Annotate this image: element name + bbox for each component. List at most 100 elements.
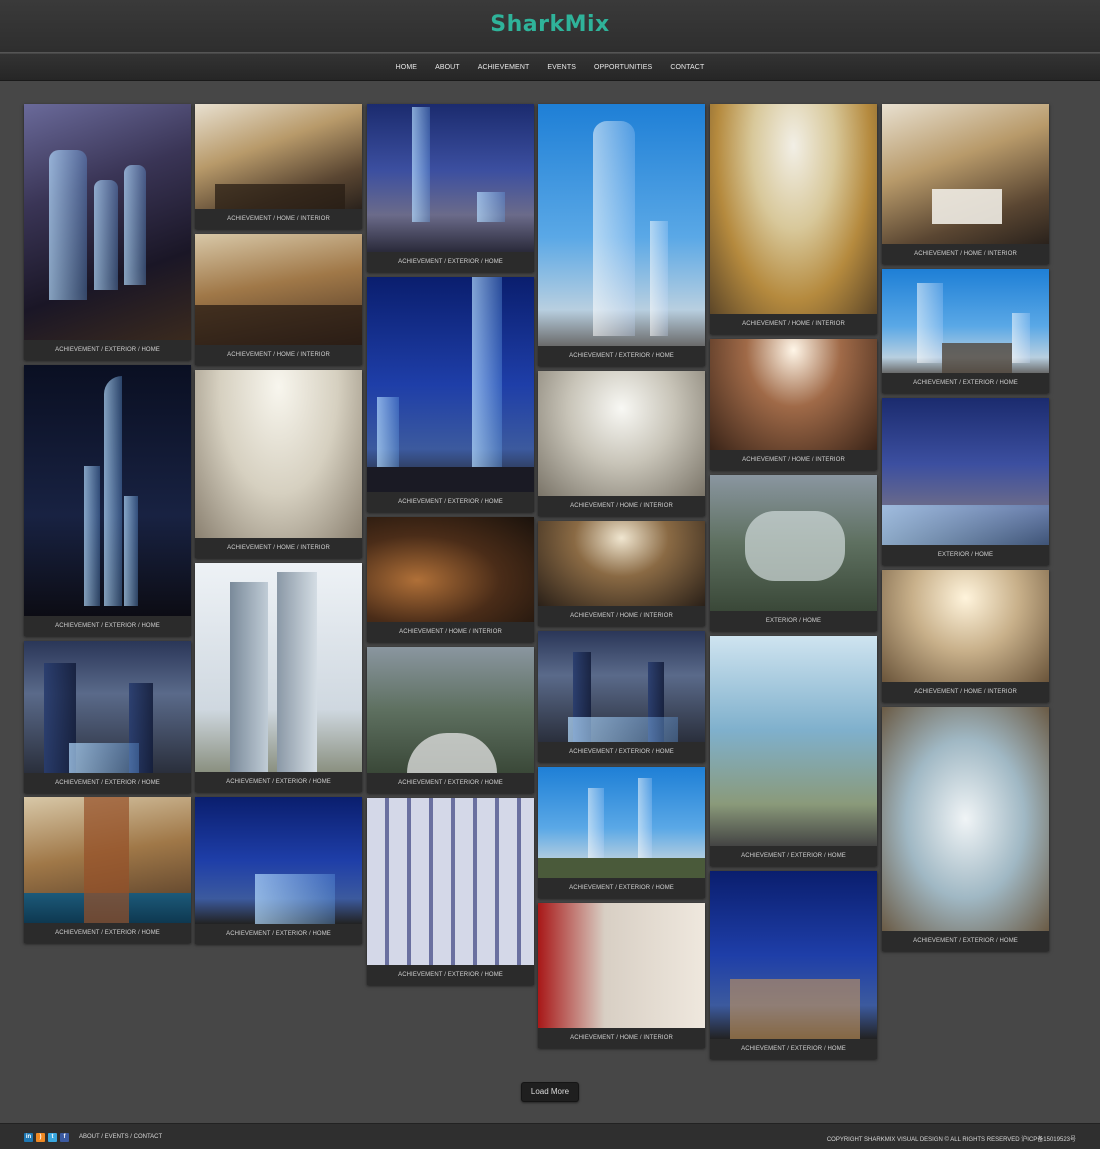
gallery-item[interactable]: ACHIEVEMENT / HOME / INTERIOR <box>710 339 877 470</box>
nav-contact[interactable]: CONTACT <box>670 64 704 71</box>
gallery-item[interactable]: ACHIEVEMENT / HOME / INTERIOR <box>195 370 362 558</box>
gallery-item[interactable]: ACHIEVEMENT / EXTERIOR / HOME <box>367 277 534 512</box>
copyright-text: COPYRIGHT SHARKMIX VISUAL DESIGN © ALL R… <box>826 1137 1076 1143</box>
gallery-item[interactable]: ACHIEVEMENT / HOME / INTERIOR <box>538 903 705 1048</box>
gallery-caption: ACHIEVEMENT / HOME / INTERIOR <box>570 613 673 619</box>
gallery-caption: ACHIEVEMENT / EXTERIOR / HOME <box>569 749 674 755</box>
gallery-item[interactable]: ACHIEVEMENT / EXTERIOR / HOME <box>367 798 534 985</box>
gallery-item[interactable]: ACHIEVEMENT / EXTERIOR / HOME <box>195 797 362 944</box>
nav-about[interactable]: ABOUT <box>435 64 460 71</box>
linkedin-icon[interactable]: in <box>24 1133 33 1142</box>
gallery-photo <box>882 398 1049 545</box>
footer-links: ABOUT / EVENTS / CONTACT <box>79 1134 162 1140</box>
gallery-caption: ACHIEVEMENT / EXTERIOR / HOME <box>55 930 160 936</box>
main-nav: HOME ABOUT ACHIEVEMENT EVENTS OPPORTUNIT… <box>0 54 1100 81</box>
gallery-caption: ACHIEVEMENT / HOME / INTERIOR <box>570 1035 673 1041</box>
load-more-button[interactable]: Load More <box>521 1082 579 1102</box>
gallery-item[interactable]: ACHIEVEMENT / EXTERIOR / HOME <box>367 647 534 793</box>
gallery-photo <box>710 636 877 846</box>
nav-home[interactable]: HOME <box>396 64 417 71</box>
gallery-caption: ACHIEVEMENT / HOME / INTERIOR <box>227 352 330 358</box>
gallery-photo <box>538 767 705 878</box>
gallery-caption: ACHIEVEMENT / HOME / INTERIOR <box>570 503 673 509</box>
gallery-item[interactable]: ACHIEVEMENT / EXTERIOR / HOME <box>24 365 191 636</box>
gallery-photo <box>195 104 362 209</box>
footer-link-events[interactable]: EVENTS <box>105 1134 129 1140</box>
gallery-item[interactable]: EXTERIOR / HOME <box>710 475 877 631</box>
gallery-item[interactable]: ACHIEVEMENT / EXTERIOR / HOME <box>24 104 191 360</box>
gallery-item[interactable]: ACHIEVEMENT / EXTERIOR / HOME <box>538 631 705 762</box>
site-logo[interactable]: SharkMix <box>0 12 1100 37</box>
footer-link-contact[interactable]: CONTACT <box>134 1134 163 1140</box>
gallery-photo <box>195 797 362 924</box>
gallery-photo <box>538 104 705 346</box>
gallery-caption: ACHIEVEMENT / HOME / INTERIOR <box>742 457 845 463</box>
gallery-photo <box>195 563 362 772</box>
gallery-caption: ACHIEVEMENT / EXTERIOR / HOME <box>569 885 674 891</box>
gallery-item[interactable]: ACHIEVEMENT / EXTERIOR / HOME <box>195 563 362 792</box>
gallery-caption: ACHIEVEMENT / EXTERIOR / HOME <box>55 780 160 786</box>
gallery-item[interactable]: ACHIEVEMENT / HOME / INTERIOR <box>882 570 1049 702</box>
site-header: SharkMix <box>0 0 1100 53</box>
gallery-item[interactable]: ACHIEVEMENT / EXTERIOR / HOME <box>882 269 1049 393</box>
gallery-photo <box>367 277 534 492</box>
gallery-caption: ACHIEVEMENT / EXTERIOR / HOME <box>55 623 160 629</box>
gallery-item[interactable]: ACHIEVEMENT / EXTERIOR / HOME <box>24 641 191 793</box>
gallery-item[interactable]: ACHIEVEMENT / EXTERIOR / HOME <box>24 797 191 943</box>
gallery-caption: EXTERIOR / HOME <box>765 618 822 624</box>
gallery-item[interactable]: ACHIEVEMENT / EXTERIOR / HOME <box>710 636 877 866</box>
gallery-caption: ACHIEVEMENT / EXTERIOR / HOME <box>55 347 160 353</box>
gallery-caption: ACHIEVEMENT / EXTERIOR / HOME <box>569 353 674 359</box>
gallery-photo <box>882 570 1049 682</box>
gallery-photo <box>367 517 534 622</box>
gallery-photo <box>710 475 877 611</box>
gallery-caption: ACHIEVEMENT / HOME / INTERIOR <box>914 689 1017 695</box>
gallery-photo <box>882 104 1049 244</box>
gallery-item[interactable]: ACHIEVEMENT / HOME / INTERIOR <box>538 371 705 516</box>
gallery-item[interactable]: ACHIEVEMENT / HOME / INTERIOR <box>367 517 534 642</box>
gallery-item[interactable]: ACHIEVEMENT / EXTERIOR / HOME <box>538 767 705 898</box>
gallery-caption: ACHIEVEMENT / HOME / INTERIOR <box>227 545 330 551</box>
gallery-item[interactable]: ACHIEVEMENT / EXTERIOR / HOME <box>710 871 877 1059</box>
gallery-caption: ACHIEVEMENT / EXTERIOR / HOME <box>398 972 503 978</box>
twitter-icon[interactable]: t <box>48 1133 57 1142</box>
nav-achievement[interactable]: ACHIEVEMENT <box>478 64 530 71</box>
facebook-icon[interactable]: f <box>60 1133 69 1142</box>
gallery-item[interactable]: ACHIEVEMENT / HOME / INTERIOR <box>710 104 877 334</box>
site-footer: in ) t f ABOUT / EVENTS / CONTACT COPYRI… <box>0 1123 1100 1149</box>
gallery-caption: ACHIEVEMENT / EXTERIOR / HOME <box>913 380 1018 386</box>
gallery-caption: ACHIEVEMENT / HOME / INTERIOR <box>914 251 1017 257</box>
gallery-photo <box>24 365 191 616</box>
gallery-photo <box>882 707 1049 931</box>
gallery-item[interactable]: ACHIEVEMENT / HOME / INTERIOR <box>195 104 362 229</box>
gallery-photo <box>538 903 705 1028</box>
gallery-caption: EXTERIOR / HOME <box>937 552 994 558</box>
gallery-caption: ACHIEVEMENT / EXTERIOR / HOME <box>741 1046 846 1052</box>
footer-link-about[interactable]: ABOUT <box>79 1134 100 1140</box>
gallery-item[interactable]: ACHIEVEMENT / HOME / INTERIOR <box>882 104 1049 264</box>
gallery-photo <box>710 339 877 450</box>
gallery-photo <box>367 647 534 773</box>
nav-opportunities[interactable]: OPPORTUNITIES <box>594 64 652 71</box>
gallery-photo <box>538 371 705 496</box>
gallery-caption: ACHIEVEMENT / HOME / INTERIOR <box>227 216 330 222</box>
footer-separator: / <box>101 1134 103 1140</box>
gallery-item[interactable]: EXTERIOR / HOME <box>882 398 1049 565</box>
gallery-item[interactable]: ACHIEVEMENT / EXTERIOR / HOME <box>882 707 1049 951</box>
gallery-item[interactable]: ACHIEVEMENT / EXTERIOR / HOME <box>367 104 534 272</box>
gallery-photo <box>195 234 362 345</box>
gallery-caption: ACHIEVEMENT / EXTERIOR / HOME <box>741 853 846 859</box>
gallery-photo <box>24 641 191 773</box>
footer-separator: / <box>130 1134 132 1140</box>
rss-icon[interactable]: ) <box>36 1133 45 1142</box>
gallery-item[interactable]: ACHIEVEMENT / HOME / INTERIOR <box>538 521 705 626</box>
nav-events[interactable]: EVENTS <box>547 64 576 71</box>
gallery-caption: ACHIEVEMENT / EXTERIOR / HOME <box>913 938 1018 944</box>
gallery-item[interactable]: ACHIEVEMENT / EXTERIOR / HOME <box>538 104 705 366</box>
gallery-photo <box>367 798 534 965</box>
gallery-caption: ACHIEVEMENT / HOME / INTERIOR <box>742 321 845 327</box>
gallery-caption: ACHIEVEMENT / EXTERIOR / HOME <box>226 779 331 785</box>
gallery-photo <box>538 521 705 606</box>
gallery-photo <box>24 104 191 340</box>
gallery-item[interactable]: ACHIEVEMENT / HOME / INTERIOR <box>195 234 362 365</box>
